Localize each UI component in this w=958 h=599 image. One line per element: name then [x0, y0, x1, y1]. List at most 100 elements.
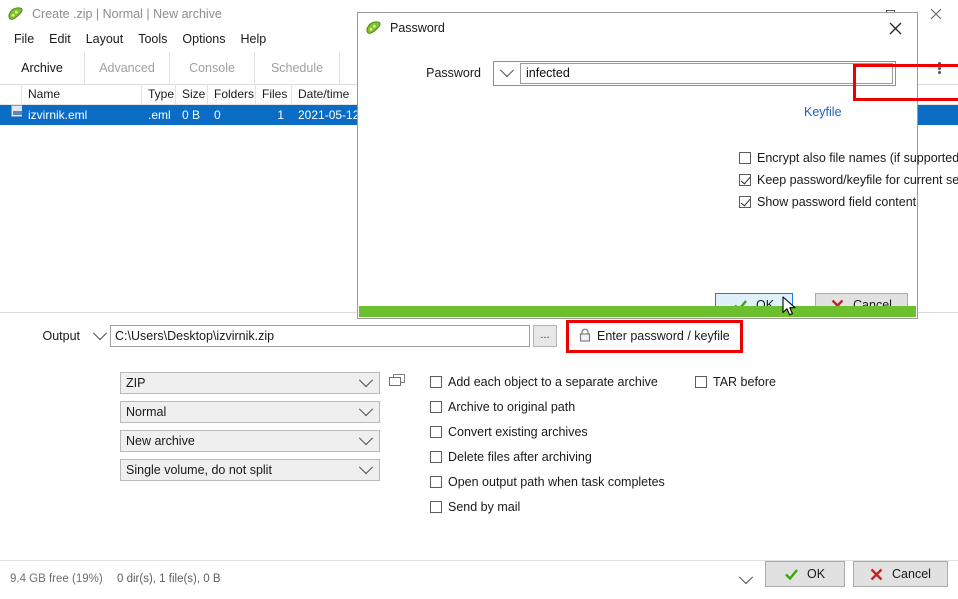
- output-history-chevron-down-icon[interactable]: [90, 326, 110, 341]
- password-input[interactable]: infected: [520, 62, 893, 84]
- option-delete-after[interactable]: Delete files after archiving: [430, 450, 592, 464]
- dialog-password-row: Password infected: [358, 59, 917, 87]
- checkbox[interactable]: [739, 174, 751, 186]
- output-label: Output: [42, 329, 80, 343]
- cancel-label: Cancel: [892, 567, 931, 581]
- format-select-value: ZIP: [126, 376, 146, 390]
- dialog-option-label: Show password field content: [757, 195, 917, 209]
- close-icon[interactable]: [873, 13, 917, 43]
- format-select[interactable]: ZIP: [120, 372, 380, 394]
- lock-icon: [579, 328, 591, 345]
- dialog-option-label: Encrypt also file names (if supported by…: [757, 151, 958, 165]
- window-title: Create .zip | Normal | New archive: [32, 7, 222, 21]
- option-tar-before[interactable]: TAR before: [695, 375, 776, 389]
- output-path-input[interactable]: C:\Users\Desktop\izvirnik.zip: [110, 325, 530, 347]
- cell-name: izvirnik.eml: [28, 108, 88, 122]
- menu-edit[interactable]: Edit: [42, 30, 79, 48]
- menu-tools[interactable]: Tools: [131, 30, 175, 48]
- volume-split-select[interactable]: Single volume, do not split: [120, 459, 380, 481]
- checkbox[interactable]: [430, 376, 442, 388]
- menu-help[interactable]: Help: [234, 30, 275, 48]
- column-size[interactable]: Size: [176, 84, 208, 104]
- cell-folders: 0: [214, 108, 221, 122]
- checkbox[interactable]: [739, 196, 751, 208]
- column-type[interactable]: Type: [142, 84, 176, 104]
- checkbox[interactable]: [739, 152, 751, 164]
- dialog-titlebar: Password: [358, 13, 917, 43]
- option-label: Send by mail: [448, 500, 521, 514]
- option-open-output[interactable]: Open output path when task completes: [430, 475, 665, 489]
- archive-mode-value: New archive: [126, 434, 195, 448]
- overflow-menu-icon[interactable]: [926, 52, 952, 84]
- browse-button[interactable]: ...: [533, 325, 557, 347]
- dialog-option-label: Keep password/keyfile for current sessio…: [757, 173, 958, 187]
- file-type-icon: [0, 105, 22, 125]
- menu-layout[interactable]: Layout: [79, 30, 132, 48]
- check-icon: [785, 568, 798, 581]
- checkbox[interactable]: [430, 476, 442, 488]
- checkbox[interactable]: [430, 426, 442, 438]
- chevron-down-icon: [358, 460, 374, 475]
- compression-level-value: Normal: [126, 405, 167, 419]
- peazip-icon: [7, 6, 23, 22]
- option-label: Convert existing archives: [448, 425, 588, 439]
- chevron-down-icon: [358, 373, 374, 388]
- peazip-icon: [365, 20, 381, 36]
- cell-files: 1: [277, 108, 284, 122]
- cancel-button[interactable]: Cancel: [853, 561, 948, 587]
- menu-options[interactable]: Options: [175, 30, 233, 48]
- ok-button[interactable]: OK: [765, 561, 845, 587]
- password-dialog: Password Password infected Keyfile Encry…: [357, 12, 958, 319]
- archive-mode-select[interactable]: New archive: [120, 430, 380, 452]
- checkbox[interactable]: [430, 501, 442, 513]
- column-spacer: [0, 84, 22, 104]
- dialog-option-show-password[interactable]: Show password field content: [739, 195, 916, 209]
- column-name[interactable]: Name: [22, 84, 142, 104]
- dialog-option-keep-password[interactable]: Keep password/keyfile for current sessio…: [739, 173, 958, 187]
- enter-password-button[interactable]: Enter password / keyfile: [573, 326, 736, 347]
- free-space-text: 9.4 GB free (19%): [10, 573, 103, 585]
- checkbox[interactable]: [695, 376, 707, 388]
- menu-file[interactable]: File: [7, 30, 42, 48]
- option-convert-existing[interactable]: Convert existing archives: [430, 425, 588, 439]
- enter-password-label: Enter password / keyfile: [597, 329, 730, 343]
- checkbox[interactable]: [430, 451, 442, 463]
- volume-split-value: Single volume, do not split: [126, 463, 272, 477]
- x-icon: [870, 568, 883, 581]
- password-history-chevron-down-icon[interactable]: [494, 63, 520, 78]
- keyfile-link[interactable]: Keyfile: [804, 105, 842, 119]
- password-field-container: infected: [493, 60, 896, 86]
- option-send-by-mail[interactable]: Send by mail: [430, 500, 520, 514]
- menubar: File Edit Layout Tools Options Help: [0, 28, 274, 50]
- chevron-down-icon: [358, 431, 374, 446]
- comment-icon[interactable]: [388, 373, 406, 389]
- dialog-title: Password: [390, 21, 445, 35]
- tab-console[interactable]: Console: [170, 52, 255, 84]
- selection-counts-text: 0 dir(s), 1 file(s), 0 B: [117, 573, 221, 585]
- column-folders[interactable]: Folders: [208, 84, 256, 104]
- close-icon[interactable]: [913, 0, 958, 28]
- compression-level-select[interactable]: Normal: [120, 401, 380, 423]
- option-label: Delete files after archiving: [448, 450, 592, 464]
- tab-schedule[interactable]: Schedule: [255, 52, 340, 84]
- password-label: Password: [426, 66, 481, 80]
- option-label: Add each object to a separate archive: [448, 375, 658, 389]
- option-label: Open output path when task completes: [448, 475, 665, 489]
- option-label: Archive to original path: [448, 400, 576, 414]
- tab-archive[interactable]: Archive: [0, 52, 85, 84]
- chevron-down-icon[interactable]: [738, 570, 754, 588]
- checkbox[interactable]: [430, 401, 442, 413]
- chevron-down-icon: [358, 402, 374, 417]
- column-files[interactable]: Files: [256, 84, 292, 104]
- cell-size: 0 B: [182, 108, 201, 122]
- option-original-path[interactable]: Archive to original path: [430, 400, 575, 414]
- output-row: Output C:\Users\Desktop\izvirnik.zip ...…: [0, 319, 743, 353]
- cell-type: .eml: [148, 108, 171, 122]
- dialog-option-encrypt-filenames[interactable]: Encrypt also file names (if supported by…: [739, 151, 958, 165]
- ok-label: OK: [806, 567, 826, 581]
- password-button-highlight: Enter password / keyfile: [566, 319, 743, 353]
- option-separate-archive[interactable]: Add each object to a separate archive: [430, 375, 658, 389]
- option-label: TAR before: [713, 375, 776, 389]
- progress-bar: [359, 306, 916, 317]
- tab-advanced[interactable]: Advanced: [85, 52, 170, 84]
